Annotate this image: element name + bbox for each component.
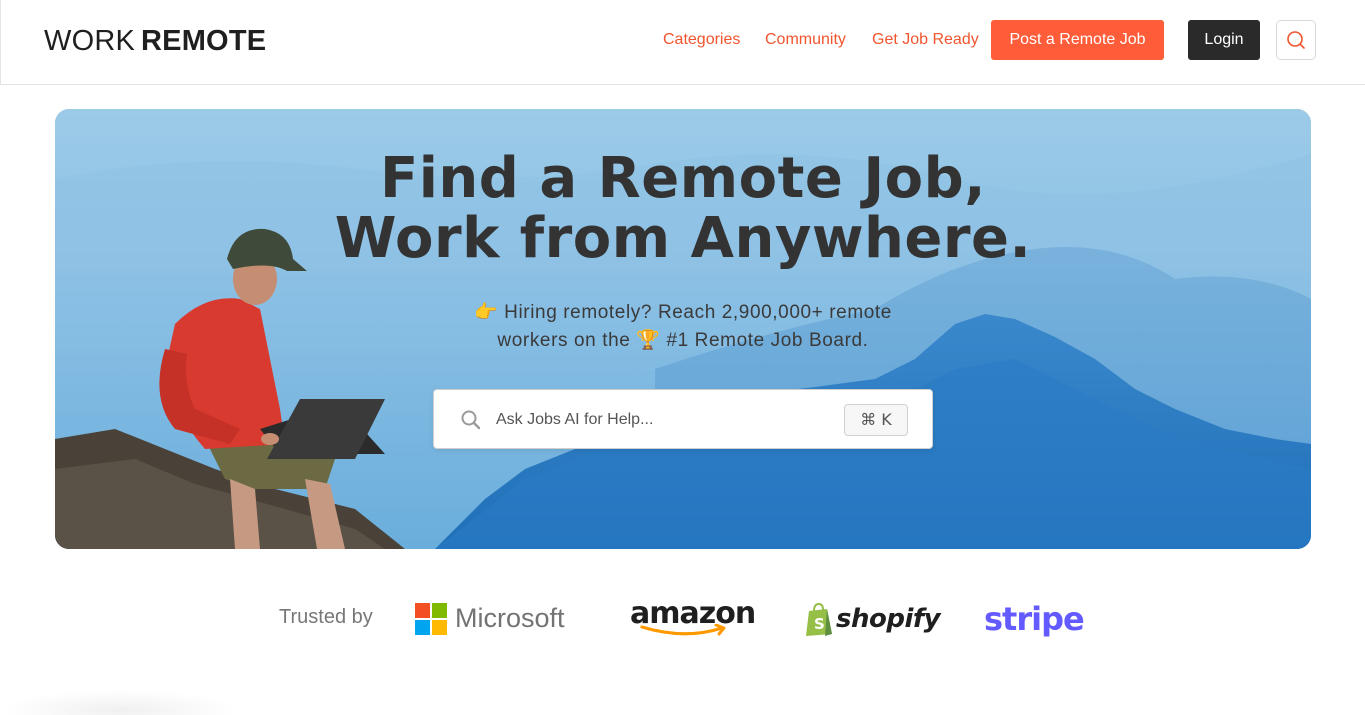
nav-get-job-ready[interactable]: Get Job Ready <box>872 20 979 60</box>
jobs-ai-search-box[interactable]: ⌘ K <box>433 389 933 449</box>
hero-subtitle: 👉 Hiring remotely? Reach 2,900,000+ remo… <box>55 299 1311 355</box>
post-remote-job-button[interactable]: Post a Remote Job <box>991 20 1164 60</box>
site-header: WORK REMOTE Categories Community Get Job … <box>0 0 1365 85</box>
nav-community[interactable]: Community <box>765 20 846 60</box>
hero-title-line-2: Work from Anywhere. <box>334 206 1032 271</box>
svg-text:S: S <box>814 615 825 633</box>
site-logo[interactable]: WORK REMOTE <box>44 24 266 58</box>
logo-word-work: WORK <box>44 25 136 57</box>
header-search-button[interactable] <box>1276 20 1316 60</box>
hero-subtitle-line-1: 👉 Hiring remotely? Reach 2,900,000+ remo… <box>474 302 892 323</box>
hero-title-line-1: Find a Remote Job, <box>379 146 987 211</box>
hero-title: Find a Remote Job, Work from Anywhere. <box>55 149 1311 269</box>
keyboard-shortcut-badge: ⌘ K <box>844 404 908 436</box>
trusted-by-label: Trusted by <box>279 606 373 628</box>
search-icon <box>1287 31 1305 49</box>
search-icon <box>461 410 481 430</box>
amazon-smile-icon <box>640 624 726 636</box>
hero-banner: Find a Remote Job, Work from Anywhere. 👉… <box>55 109 1311 549</box>
logo-word-remote: REMOTE <box>141 25 267 57</box>
bottom-shadow-decoration <box>0 690 240 715</box>
shopify-logo-text: shopify <box>836 604 941 634</box>
jobs-ai-search-input[interactable] <box>496 404 826 436</box>
login-button[interactable]: Login <box>1188 20 1260 60</box>
microsoft-logo-text: Microsoft <box>455 603 565 633</box>
stripe-logo-text: stripe <box>984 600 1085 638</box>
microsoft-logo-icon <box>415 603 447 635</box>
nav-categories[interactable]: Categories <box>663 20 740 60</box>
hero-subtitle-line-2: workers on the 🏆 #1 Remote Job Board. <box>497 330 869 351</box>
shopify-bag-icon: S <box>806 603 832 636</box>
